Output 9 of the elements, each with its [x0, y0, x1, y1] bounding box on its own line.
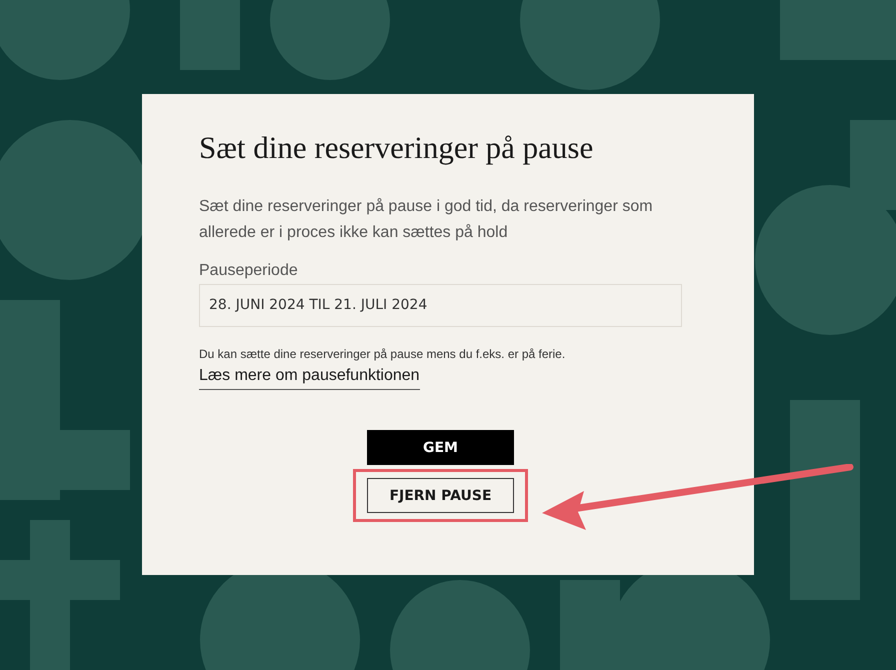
- read-more-link[interactable]: Læs mere om pausefunktionen: [199, 367, 420, 390]
- remove-pause-button[interactable]: FJERN PAUSE: [367, 478, 514, 513]
- description-text: Sæt dine reserveringer på pause i god tid, da reserveringer som allerede er i proces ikke kan sættes på hold: [199, 197, 654, 243]
- dialog-title: Sæt dine reserveringer på pause: [199, 129, 594, 167]
- save-button[interactable]: GEM: [367, 430, 514, 465]
- date-range-field[interactable]: 28. JUNI 2024 TIL 21. JULI 2024: [199, 284, 682, 327]
- background-block: [180, 0, 240, 70]
- hint-text: Du kan sætte dine reserveringer på pause mens du f.eks. er på ferie.: [199, 347, 566, 361]
- field-label: Pauseperiode: [199, 262, 298, 280]
